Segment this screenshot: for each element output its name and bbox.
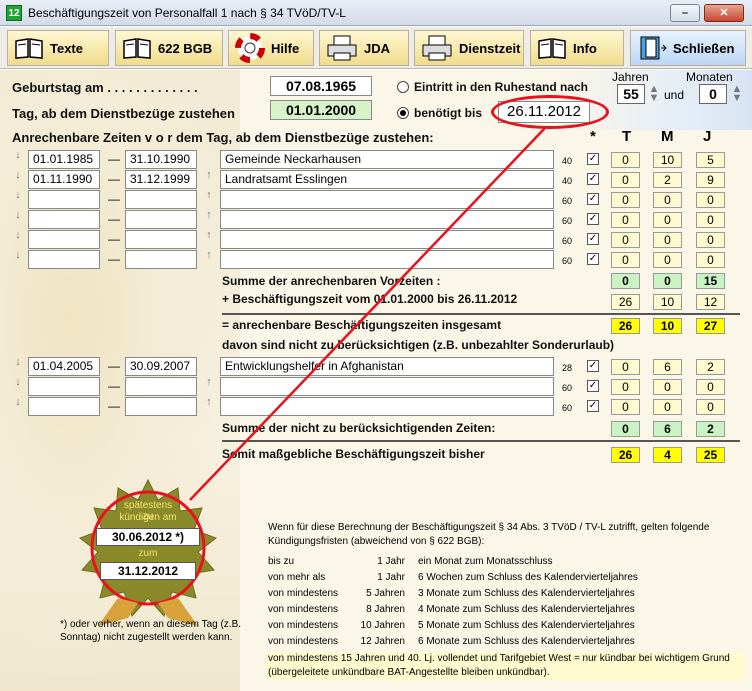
notice-period-length: 10 Jahren — [360, 620, 405, 631]
notice-period-rule: 3 Monate zum Schluss des Kalenderviertel… — [418, 588, 635, 599]
notice-period-qualifier: von mehr als — [268, 572, 326, 583]
notice-intro: Wenn für diese Berechnung der Beschäftig… — [268, 522, 710, 547]
notice-period-length: 12 Jahren — [360, 636, 405, 647]
seal-line2: kündigen am — [119, 512, 177, 523]
notice-period-length: 1 Jahr — [377, 556, 405, 567]
notice-period-qualifier: bis zu — [268, 556, 295, 567]
notice-period-length: 8 Jahren — [366, 604, 405, 615]
notice-period-qualifier: von mindestens — [268, 604, 339, 615]
notice-period-rule: 6 Wochen zum Schluss des Kalenderviertel… — [418, 572, 638, 583]
notice-period-qualifier: von mindestens — [268, 636, 339, 647]
notice-period-qualifier: von mindestens — [268, 588, 339, 599]
seal-zum: zum — [138, 548, 158, 559]
notice-period-qualifier: von mindestens — [268, 620, 339, 631]
notice-period-rule: 4 Monate zum Schluss des Kalenderviertel… — [418, 604, 635, 615]
notice-last: von mindestens 15 Jahren und 40. Lj. vol… — [266, 652, 744, 680]
notice-seal: spätestens zu kündigen am 30.06.2012 *) … — [78, 478, 218, 626]
notice-period-rule: ein Monat zum Monatsschluss — [418, 556, 553, 567]
notice-period-length: 1 Jahr — [377, 572, 405, 583]
notice-period-rule: 5 Monate zum Schluss des Kalenderviertel… — [418, 620, 635, 631]
notice-period-rule: 6 Monate zum Schluss des Kalenderviertel… — [418, 636, 635, 647]
seal-date1: 30.06.2012 *) — [96, 528, 200, 546]
footnote: *) oder vorher, wenn an diesem Tag (z.B.… — [60, 619, 242, 643]
notice-period-length: 5 Jahren — [366, 588, 405, 599]
seal-date2: 31.12.2012 — [100, 562, 196, 580]
